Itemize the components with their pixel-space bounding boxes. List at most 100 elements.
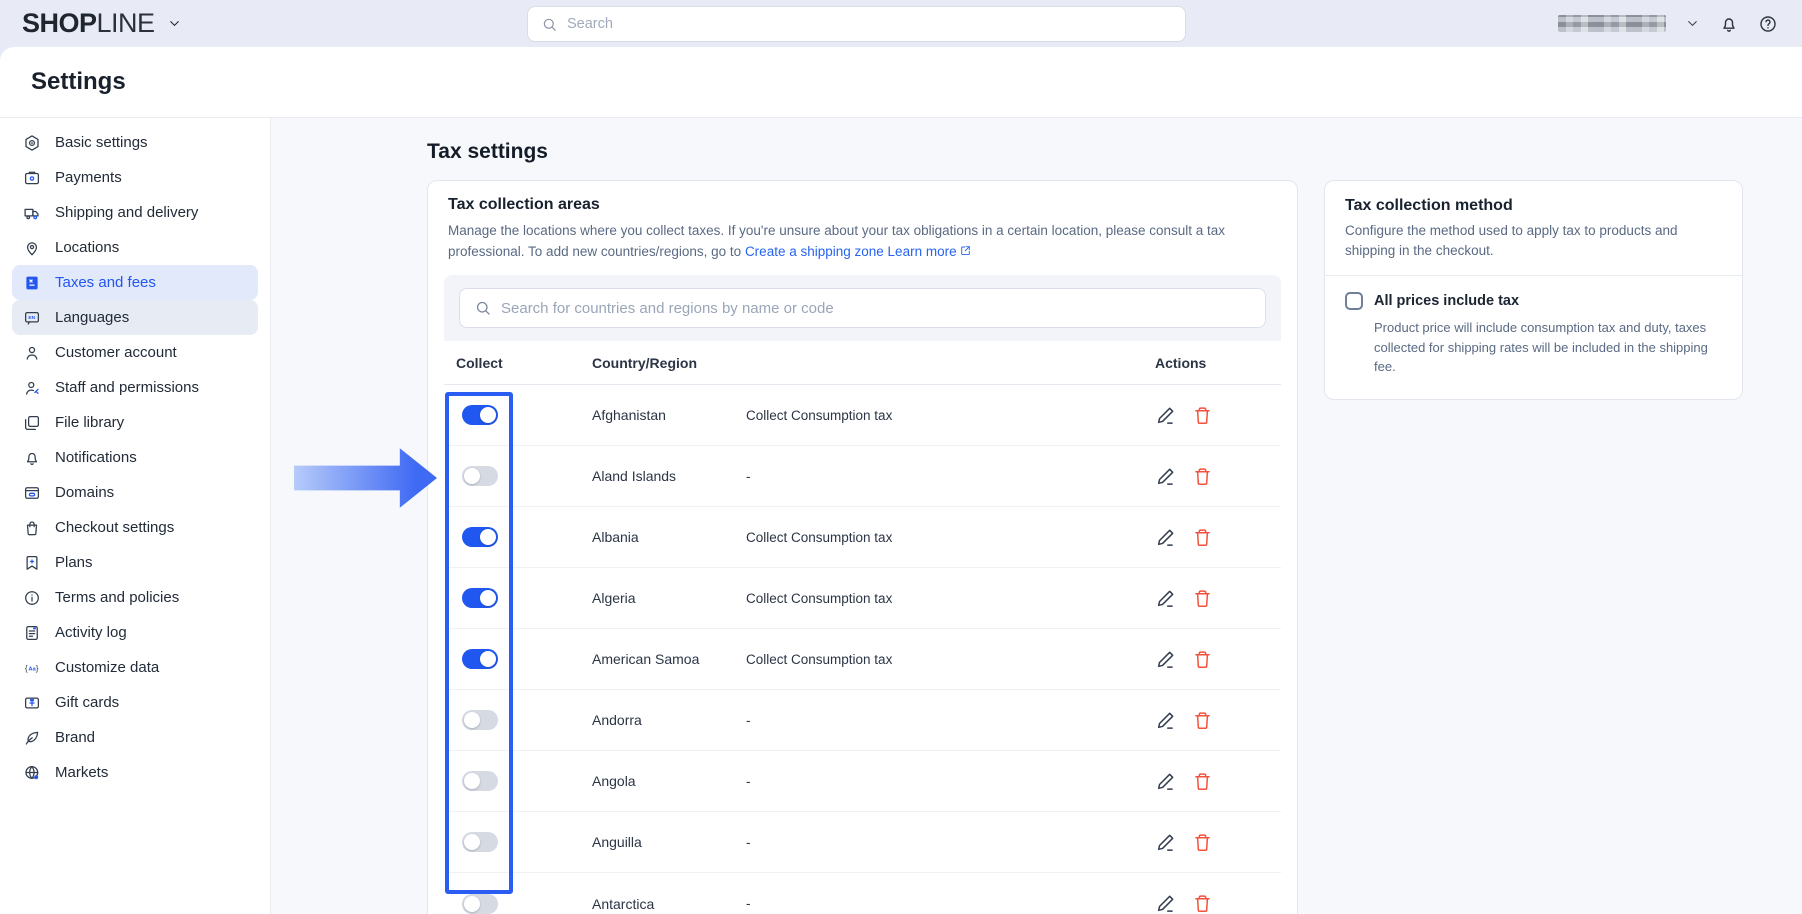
sidebar-item-gift-cards[interactable]: Gift cards — [12, 685, 258, 720]
payments-icon — [23, 169, 41, 187]
sidebar-item-plans[interactable]: Plans — [12, 545, 258, 580]
sidebar-item-activity-log[interactable]: Activity log — [12, 615, 258, 650]
account-chevron-icon[interactable] — [1685, 16, 1700, 31]
country-name: Antarctica — [592, 896, 746, 912]
edit-icon[interactable] — [1155, 466, 1176, 487]
plans-bookmark-icon — [23, 554, 41, 572]
help-icon[interactable] — [1758, 14, 1778, 34]
sidebar-item-markets[interactable]: Markets — [12, 755, 258, 790]
edit-icon[interactable] — [1155, 893, 1176, 914]
collect-toggle[interactable] — [462, 405, 498, 425]
notifications-bell-icon[interactable] — [1719, 14, 1739, 34]
sidebar-item-label: Activity log — [55, 624, 127, 641]
sidebar-item-label: Checkout settings — [55, 519, 174, 536]
country-name: Angola — [592, 773, 746, 789]
sidebar-item-label: Languages — [55, 309, 129, 326]
collect-toggle[interactable] — [462, 466, 498, 486]
edit-icon[interactable] — [1155, 527, 1176, 548]
table-row: AlgeriaCollect Consumption tax — [444, 568, 1281, 629]
edit-icon[interactable] — [1155, 588, 1176, 609]
collect-toggle[interactable] — [462, 894, 498, 914]
logo-text-bold: SHOP — [22, 8, 97, 39]
sidebar-item-customize-data[interactable]: {}AaCustomize data — [12, 650, 258, 685]
tax-status: Collect Consumption tax — [746, 530, 1155, 545]
sidebar-item-payments[interactable]: Payments — [12, 160, 258, 195]
table-row: Anguilla- — [444, 812, 1281, 873]
sidebar-item-domains[interactable]: Domains — [12, 475, 258, 510]
all-prices-label: All prices include tax — [1374, 293, 1519, 309]
sidebar-item-shipping-and-delivery[interactable]: Shipping and delivery — [12, 195, 258, 230]
activity-doc-icon — [23, 624, 41, 642]
sidebar-item-file-library[interactable]: File library — [12, 405, 258, 440]
sidebar-item-taxes-and-fees[interactable]: Taxes and fees — [12, 265, 258, 300]
delete-icon[interactable] — [1192, 771, 1213, 792]
edit-icon[interactable] — [1155, 771, 1176, 792]
col-header-collect: Collect — [444, 355, 592, 371]
sidebar-item-customer-account[interactable]: Customer account — [12, 335, 258, 370]
svg-text:EN: EN — [28, 315, 35, 321]
svg-text:{: { — [25, 664, 28, 673]
tax-status: - — [746, 835, 1155, 850]
shopline-logo[interactable]: SHOPLINE — [0, 8, 182, 39]
country-search-input[interactable] — [501, 300, 1251, 317]
global-search-input[interactable] — [567, 16, 1172, 32]
sidebar-item-terms-and-policies[interactable]: Terms and policies — [12, 580, 258, 615]
method-card-description: Configure the method used to apply tax t… — [1345, 221, 1722, 261]
brand-brush-icon — [23, 729, 41, 747]
sidebar-item-notifications[interactable]: Notifications — [12, 440, 258, 475]
collect-toggle[interactable] — [462, 832, 498, 852]
sidebar-item-basic-settings[interactable]: Basic settings — [12, 125, 258, 160]
tax-collection-method-card: Tax collection method Configure the meth… — [1324, 180, 1743, 400]
edit-icon[interactable] — [1155, 405, 1176, 426]
learn-more-link[interactable]: Learn more — [888, 244, 957, 259]
sidebar-item-languages[interactable]: EN Languages — [12, 300, 258, 335]
search-icon — [474, 299, 492, 317]
collect-toggle[interactable] — [462, 588, 498, 608]
edit-icon[interactable] — [1155, 832, 1176, 853]
sidebar-item-label: Gift cards — [55, 694, 119, 711]
delete-icon[interactable] — [1192, 588, 1213, 609]
sidebar-item-label: Basic settings — [55, 134, 148, 151]
collect-toggle[interactable] — [462, 527, 498, 547]
country-name: Albania — [592, 529, 746, 545]
delete-icon[interactable] — [1192, 649, 1213, 670]
sidebar-item-label: Markets — [55, 764, 108, 781]
collect-toggle[interactable] — [462, 771, 498, 791]
table-header: Collect Country/Region Actions — [444, 341, 1281, 385]
delete-icon[interactable] — [1192, 527, 1213, 548]
delete-icon[interactable] — [1192, 832, 1213, 853]
collect-toggle[interactable] — [462, 710, 498, 730]
table-row: Aland Islands- — [444, 446, 1281, 507]
delete-icon[interactable] — [1192, 893, 1213, 914]
method-card-title: Tax collection method — [1345, 197, 1722, 215]
info-circle-icon — [23, 589, 41, 607]
global-search[interactable] — [527, 6, 1186, 42]
topbar: SHOPLINE — [0, 0, 1802, 47]
sidebar-item-label: Customer account — [55, 344, 177, 361]
delete-icon[interactable] — [1192, 710, 1213, 731]
table-row: American SamoaCollect Consumption tax — [444, 629, 1281, 690]
edit-icon[interactable] — [1155, 710, 1176, 731]
sidebar-item-staff-and-permissions[interactable]: Staff and permissions — [12, 370, 258, 405]
store-switcher-chevron-icon[interactable] — [167, 16, 182, 31]
sidebar-item-checkout-settings[interactable]: Checkout settings — [12, 510, 258, 545]
all-prices-description: Product price will include consumption t… — [1374, 318, 1722, 377]
sidebar-item-locations[interactable]: Locations — [12, 230, 258, 265]
page-title: Settings — [31, 68, 126, 96]
settings-title-band: Settings — [0, 47, 1802, 118]
country-search[interactable] — [459, 288, 1266, 328]
collect-toggle[interactable] — [462, 649, 498, 669]
domain-window-icon — [23, 484, 41, 502]
table-row: AlbaniaCollect Consumption tax — [444, 507, 1281, 568]
delete-icon[interactable] — [1192, 405, 1213, 426]
delete-icon[interactable] — [1192, 466, 1213, 487]
sidebar-item-brand[interactable]: Brand — [12, 720, 258, 755]
shipping-truck-icon — [23, 204, 41, 222]
basic-settings-icon — [23, 134, 41, 152]
all-prices-checkbox[interactable] — [1345, 292, 1363, 310]
tax-status: - — [746, 713, 1155, 728]
sidebar-item-label: Customize data — [55, 659, 159, 676]
create-shipping-zone-link[interactable]: Create a shipping zone — [745, 244, 884, 259]
sidebar-item-label: Brand — [55, 729, 95, 746]
edit-icon[interactable] — [1155, 649, 1176, 670]
